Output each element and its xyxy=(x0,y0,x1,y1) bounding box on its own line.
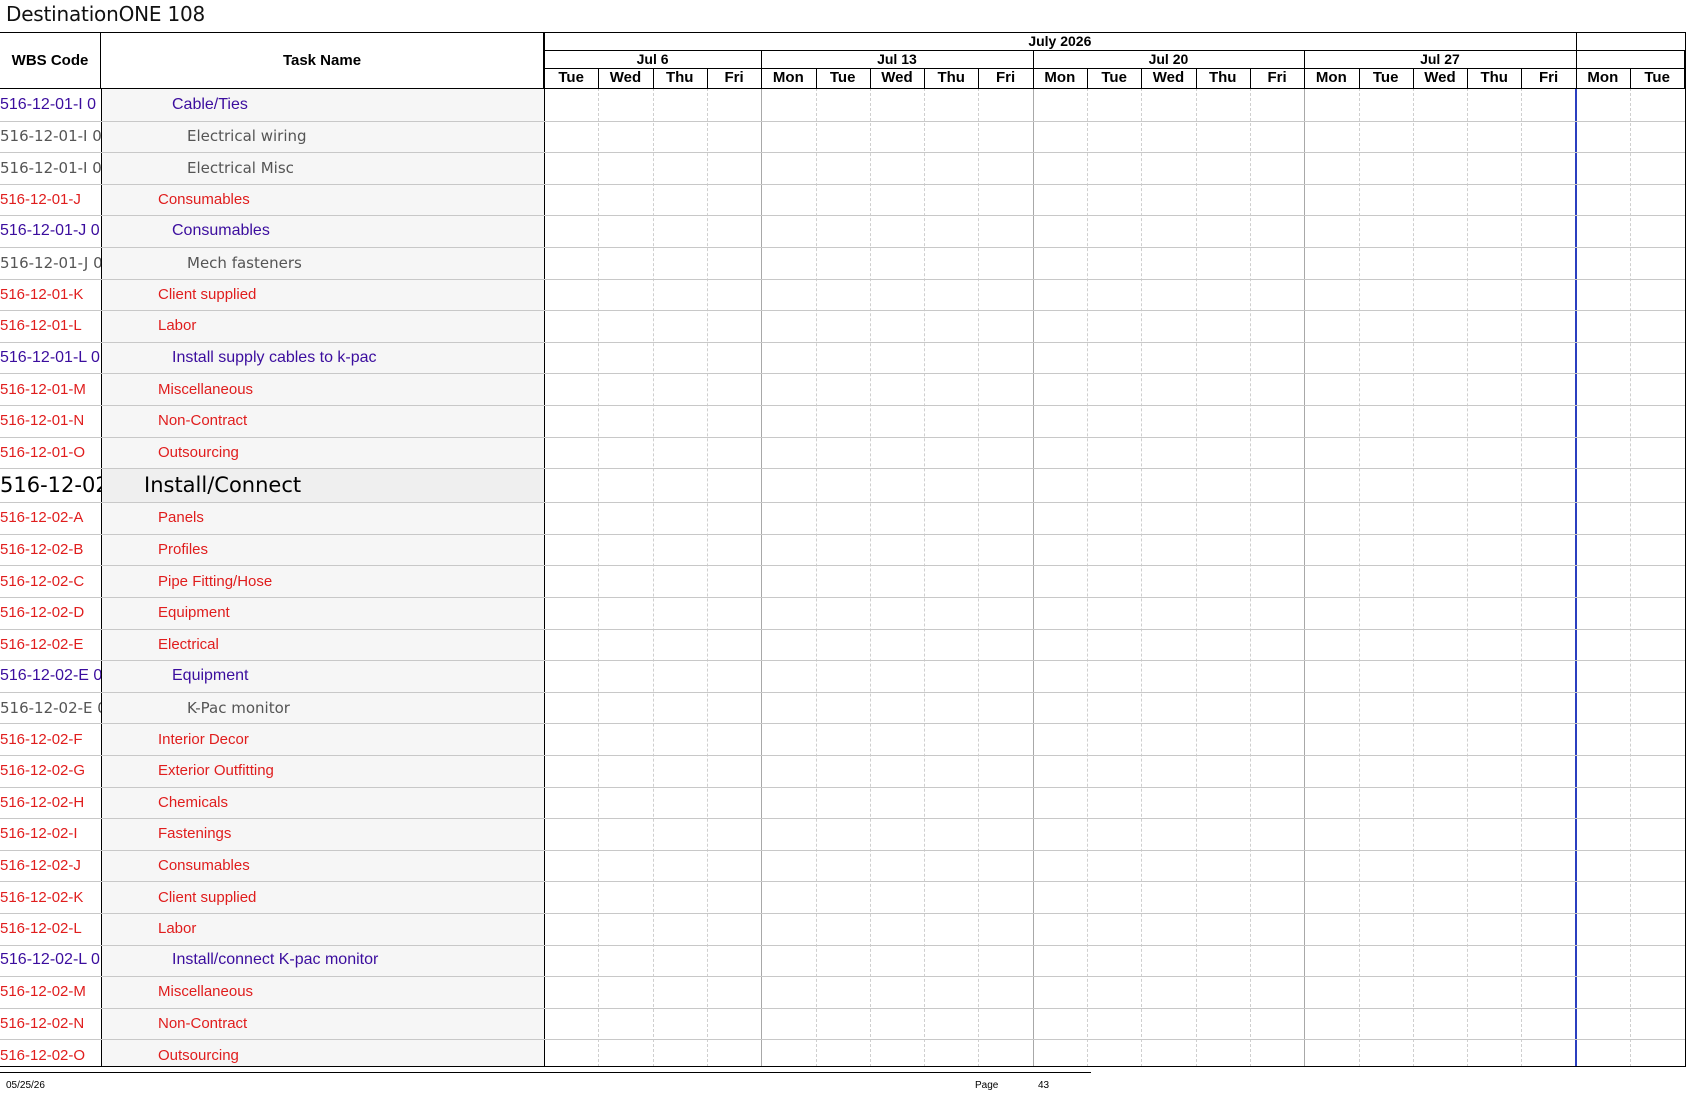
table-frame xyxy=(0,32,1686,1067)
window-title: DestinationONE 108 xyxy=(6,2,206,26)
footer-rule xyxy=(0,1072,1091,1073)
footer-date: 05/25/26 xyxy=(6,1080,45,1091)
footer-page-label: Page xyxy=(975,1080,999,1091)
footer-page-number: 43 xyxy=(1038,1080,1050,1091)
